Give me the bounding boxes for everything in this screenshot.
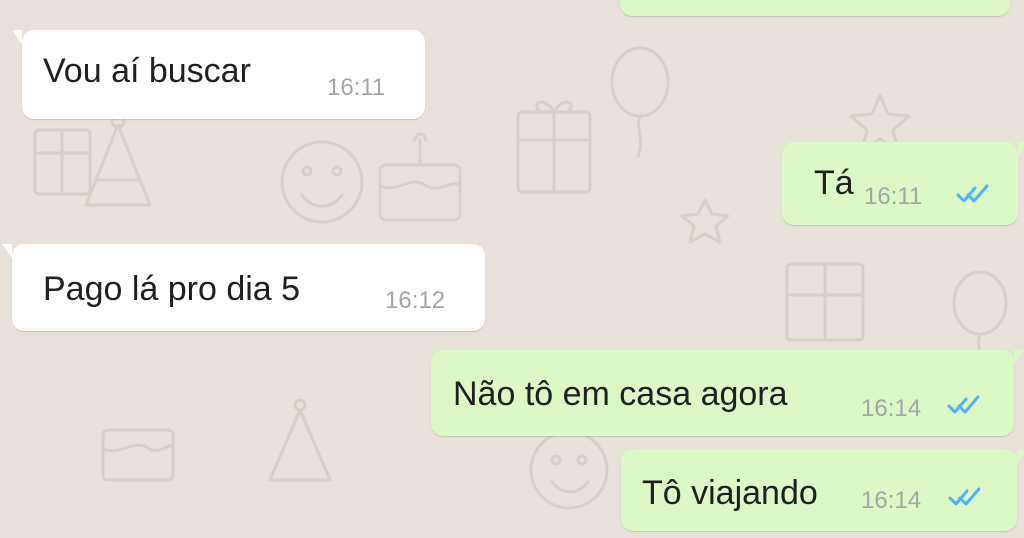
double-check-icon (947, 395, 980, 414)
star-icon (680, 198, 730, 244)
incoming-message-bubble[interactable]: Pago lá pro dia 5 16:12 (2, 244, 485, 331)
message-text: Vou aí buscar (43, 52, 251, 90)
gift-icon (516, 100, 592, 194)
gift-icon (785, 262, 865, 342)
partial-outgoing-message-bubble[interactable] (620, 0, 1010, 16)
smile-icon (529, 430, 609, 510)
message-text: Tô viajando (642, 474, 818, 512)
message-time: 16:11 (327, 74, 386, 101)
double-check-icon (956, 184, 989, 203)
double-check-icon (948, 487, 981, 506)
party-hat-icon (84, 113, 152, 207)
balloon-icon (610, 46, 670, 158)
chat-window: Vou aí buscar 16:11 Tá 16:11 Pago lá pro… (0, 0, 1024, 538)
outgoing-message-bubble[interactable]: Tô viajando 16:14 (621, 449, 1024, 531)
message-time: 16:14 (861, 487, 922, 514)
message-text: Pago lá pro dia 5 (43, 270, 301, 308)
outgoing-message-bubble[interactable]: Não tô em casa agora 16:14 (431, 350, 1024, 436)
message-time: 16:14 (861, 395, 922, 422)
outgoing-message-bubble[interactable]: Tá 16:11 (782, 142, 1024, 225)
gift-icon (33, 128, 92, 196)
message-text: Tá (814, 164, 854, 202)
party-hat-icon (268, 398, 332, 482)
message-time: 16:11 (864, 183, 923, 210)
message-text: Não tô em casa agora (453, 375, 788, 413)
cake-icon (378, 132, 462, 222)
cake-icon (101, 428, 175, 482)
message-time: 16:12 (385, 287, 446, 314)
smile-icon (280, 140, 364, 224)
incoming-message-bubble[interactable]: Vou aí buscar 16:11 (12, 30, 425, 119)
